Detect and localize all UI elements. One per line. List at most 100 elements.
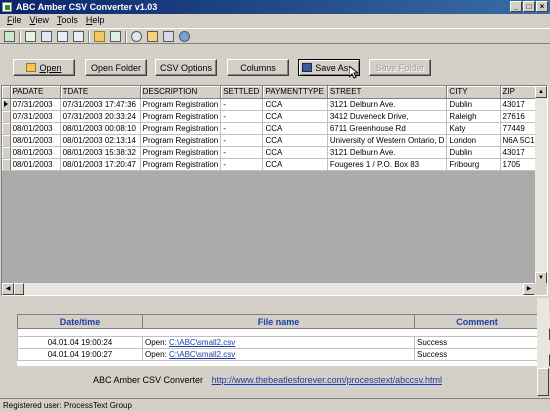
table-cell[interactable]: - <box>220 146 264 159</box>
table-cell[interactable]: 6711 Greenhouse Rd <box>327 122 448 135</box>
scroll-up-arrow-icon[interactable]: ▲ <box>535 86 547 98</box>
table-cell[interactable]: CCA <box>262 110 328 123</box>
menu-tools[interactable]: Tools <box>53 14 82 27</box>
table-cell[interactable]: CCA <box>262 158 328 171</box>
table-cell[interactable]: - <box>220 98 264 111</box>
spell-check-icon[interactable] <box>110 31 121 42</box>
table-cell[interactable]: - <box>220 158 264 171</box>
table-cell[interactable]: 08/01/2003 <box>10 146 61 159</box>
save-folder-icon[interactable] <box>73 31 84 42</box>
table-row[interactable]: 07/31/2003 07/31/2003 20:33:24 Program R… <box>2 110 547 123</box>
table-row[interactable]: 08/01/2003 08/01/2003 00:08:10 Program R… <box>2 122 547 135</box>
log-row[interactable]: 04.01.04 19:00:24 Open: C:\ABC\small2.cs… <box>17 336 540 349</box>
table-cell[interactable]: 08/01/2003 02:13:14 <box>60 134 141 147</box>
table-cell[interactable]: Katy <box>446 122 501 135</box>
table-cell[interactable]: University of Western Ontario, D <box>327 134 448 147</box>
table-cell[interactable]: 08/01/2003 15:38:32 <box>60 146 141 159</box>
log-row[interactable]: 04.01.04 19:00:27 Open: C:\ABC\small2.cs… <box>17 348 540 361</box>
column-header[interactable]: STREET <box>327 86 448 99</box>
register-icon[interactable] <box>147 31 158 42</box>
table-cell[interactable]: 3121 Delburn Ave. <box>327 146 448 159</box>
table-cell[interactable]: CCA <box>262 122 328 135</box>
table-cell[interactable]: Program Registration <box>140 122 222 135</box>
table-row[interactable]: 08/01/2003 08/01/2003 17:20:47 Program R… <box>2 158 547 171</box>
column-header[interactable]: PADATE <box>10 86 61 99</box>
open-file-icon[interactable] <box>25 31 36 42</box>
window-scroll-thumb[interactable] <box>537 368 549 396</box>
table-cell[interactable]: 08/01/2003 <box>10 158 61 171</box>
table-cell[interactable]: 08/01/2003 17:20:47 <box>60 158 141 171</box>
save-icon[interactable] <box>57 31 68 42</box>
table-cell[interactable]: - <box>220 134 264 147</box>
menu-view[interactable]: View <box>26 14 53 27</box>
close-button[interactable]: × <box>536 1 548 12</box>
help-icon[interactable] <box>131 31 142 42</box>
website-link[interactable]: http://www.thebeatlesforever.com/process… <box>212 375 442 385</box>
table-cell[interactable]: - <box>220 110 264 123</box>
table-cell[interactable]: 07/31/2003 20:33:24 <box>60 110 141 123</box>
open-folder-icon[interactable] <box>41 31 52 42</box>
csv-options-button[interactable]: CSV Options <box>155 59 217 76</box>
grid-horizontal-scrollbar[interactable]: ◀ ▶ <box>2 283 535 295</box>
table-cell[interactable]: 08/01/2003 00:08:10 <box>60 122 141 135</box>
table-cell[interactable]: London <box>446 134 501 147</box>
options-icon[interactable] <box>94 31 105 42</box>
table-cell[interactable]: 07/31/2003 <box>10 110 61 123</box>
table-cell[interactable]: Program Registration <box>140 98 222 111</box>
email-icon[interactable] <box>163 31 174 42</box>
column-header[interactable]: PAYMENTTYPE <box>262 86 328 99</box>
table-cell[interactable]: CCA <box>262 134 328 147</box>
table-cell[interactable]: Program Registration <box>140 134 222 147</box>
table-cell[interactable]: CCA <box>262 146 328 159</box>
table-cell[interactable]: CCA <box>262 98 328 111</box>
table-cell[interactable]: Dublin <box>446 146 501 159</box>
table-cell[interactable]: 3412 Duveneck Drive, <box>327 110 448 123</box>
table-cell[interactable]: 07/31/2003 17:47:36 <box>60 98 141 111</box>
column-header[interactable]: DESCRIPTION <box>140 86 222 99</box>
log-header-comment[interactable]: Comment <box>414 314 540 329</box>
open-folder-button[interactable]: Open Folder <box>85 59 147 76</box>
column-header[interactable]: TDATE <box>60 86 141 99</box>
table-row[interactable]: 08/01/2003 08/01/2003 15:38:32 Program R… <box>2 146 547 159</box>
open-button[interactable]: Open <box>13 59 75 76</box>
table-cell[interactable]: Fribourg <box>446 158 501 171</box>
log-panel[interactable]: Date/time File name Comment 04.01.04 19:… <box>17 314 550 366</box>
table-cell[interactable]: 08/01/2003 <box>10 134 61 147</box>
log-header-filename[interactable]: File name <box>142 314 415 329</box>
window-vertical-scrollbar[interactable] <box>537 298 549 396</box>
horizontal-scroll-thumb[interactable] <box>14 283 24 295</box>
column-header[interactable]: CITY <box>446 86 501 99</box>
table-row[interactable]: 07/31/2003 07/31/2003 17:47:36 Program R… <box>2 98 547 111</box>
table-cell[interactable]: Fougeres 1 / P.O. Box 83 <box>327 158 448 171</box>
row-indicator[interactable] <box>2 146 11 159</box>
data-grid[interactable]: PADATE TDATE DESCRIPTION SETTLED PAYMENT… <box>1 85 548 296</box>
table-cell[interactable]: Program Registration <box>140 110 222 123</box>
minimize-button[interactable]: _ <box>510 1 522 12</box>
web-icon[interactable] <box>179 31 190 42</box>
table-cell[interactable]: Dublin <box>446 98 501 111</box>
app-icon[interactable] <box>2 2 12 12</box>
table-row[interactable]: 08/01/2003 08/01/2003 02:13:14 Program R… <box>2 134 547 147</box>
table-cell[interactable]: 07/31/2003 <box>10 98 61 111</box>
menu-file[interactable]: File <box>3 14 26 27</box>
grid-vertical-scrollbar[interactable]: ▲ ▼ <box>535 86 547 284</box>
row-indicator[interactable] <box>2 122 11 135</box>
table-cell[interactable]: 3121 Delburn Ave. <box>327 98 448 111</box>
save-folder-button[interactable]: Save Folder <box>369 59 431 76</box>
row-indicator[interactable] <box>2 98 11 111</box>
log-file-link[interactable]: C:\ABC\small2.csv <box>169 350 235 359</box>
table-cell[interactable]: Raleigh <box>446 110 501 123</box>
log-file-link[interactable]: C:\ABC\small2.csv <box>169 338 235 347</box>
log-header-datetime[interactable]: Date/time <box>17 314 143 329</box>
menu-help[interactable]: Help <box>82 14 109 27</box>
scroll-left-arrow-icon[interactable]: ◀ <box>2 283 14 295</box>
column-header[interactable]: SETTLED <box>220 86 264 99</box>
new-file-icon[interactable] <box>4 31 15 42</box>
row-indicator[interactable] <box>2 110 11 123</box>
title-bar[interactable]: ABC Amber CSV Converter v1.03 _ □ × <box>0 0 550 14</box>
columns-button[interactable]: Columns <box>227 59 289 76</box>
table-cell[interactable]: Program Registration <box>140 158 222 171</box>
table-cell[interactable]: 08/01/2003 <box>10 122 61 135</box>
row-indicator[interactable] <box>2 158 11 171</box>
maximize-button[interactable]: □ <box>523 1 535 12</box>
